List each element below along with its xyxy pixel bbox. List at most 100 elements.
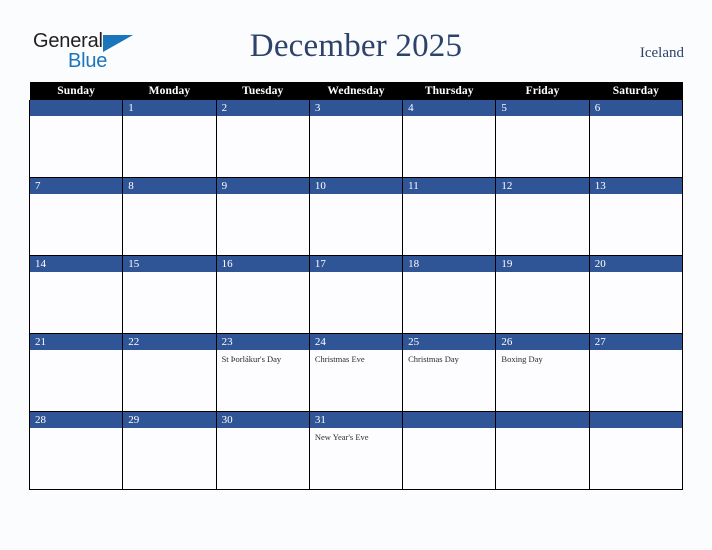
calendar-header-row: Sunday Monday Tuesday Wednesday Thursday Frid… xyxy=(29,82,683,100)
calendar-day-cell[interactable]: 2 xyxy=(215,100,310,178)
calendar-day-cell[interactable]: 27 xyxy=(588,333,684,412)
day-cell-content: 2 xyxy=(216,100,309,177)
calendar-day-cell[interactable] xyxy=(402,411,497,490)
day-cell-content: 8 xyxy=(123,178,216,255)
day-events xyxy=(590,272,682,276)
calendar-day-cell[interactable]: 28 xyxy=(28,411,124,490)
day-cell-content: 11 xyxy=(403,178,496,255)
day-number xyxy=(403,412,496,428)
day-number: 23 xyxy=(216,334,309,350)
calendar-day-cell[interactable]: 12 xyxy=(495,177,590,256)
calendar-day-cell[interactable]: 10 xyxy=(308,177,404,256)
day-cell-content: 19 xyxy=(496,256,589,333)
day-number: 19 xyxy=(496,256,589,272)
day-events xyxy=(217,194,309,198)
day-events xyxy=(123,272,215,276)
country-label: Iceland xyxy=(639,45,684,61)
calendar-day-cell[interactable]: 29 xyxy=(122,411,217,490)
day-cell-content: 13 xyxy=(589,178,682,255)
calendar-day-cell[interactable]: 6 xyxy=(588,100,684,178)
day-number: 17 xyxy=(309,256,403,272)
day-number: 21 xyxy=(30,334,123,350)
day-number: 15 xyxy=(123,256,216,272)
calendar-day-cell[interactable]: 20 xyxy=(588,255,684,334)
calendar-day-cell[interactable]: 31 New Year's Eve xyxy=(308,411,404,490)
day-events xyxy=(403,428,495,432)
day-number: 2 xyxy=(216,100,309,116)
weekday-header-monday: Monday xyxy=(122,82,217,100)
calendar-page: General Blue December 2025 Iceland Sunda… xyxy=(0,0,712,550)
day-number: 14 xyxy=(30,256,123,272)
calendar-day-cell[interactable]: 11 xyxy=(402,177,497,256)
calendar-day-cell[interactable]: 21 xyxy=(28,333,124,412)
calendar-day-cell[interactable]: 19 xyxy=(495,255,590,334)
day-cell-content: 20 xyxy=(589,256,682,333)
day-events: St Þorlákur's Day xyxy=(217,350,309,365)
day-number: 11 xyxy=(403,178,496,194)
day-number: 16 xyxy=(216,256,309,272)
calendar-day-cell[interactable]: 24 Christmas Eve xyxy=(308,333,404,412)
day-number: 30 xyxy=(216,412,309,428)
day-cell-content: 24 Christmas Eve xyxy=(309,334,403,411)
calendar-day-cell[interactable]: 14 xyxy=(28,255,124,334)
calendar-day-cell[interactable]: 7 xyxy=(28,177,124,256)
day-events xyxy=(217,272,309,276)
day-events xyxy=(496,428,588,432)
calendar-day-cell[interactable]: 5 xyxy=(495,100,590,178)
day-cell-content: 28 xyxy=(30,412,123,489)
day-cell-content: 15 xyxy=(123,256,216,333)
calendar-day-cell[interactable]: 3 xyxy=(308,100,404,178)
calendar-day-cell[interactable]: 17 xyxy=(308,255,404,334)
calendar-day-cell[interactable]: 8 xyxy=(122,177,217,256)
day-cell-content: 27 xyxy=(589,334,682,411)
day-cell-content: 22 xyxy=(123,334,216,411)
calendar-day-cell[interactable]: 15 xyxy=(122,255,217,334)
weekday-header-tuesday: Tuesday xyxy=(216,82,310,100)
calendar-day-cell[interactable]: 16 xyxy=(215,255,310,334)
day-cell-content xyxy=(589,412,682,489)
day-events xyxy=(30,350,122,354)
day-cell-content: 29 xyxy=(123,412,216,489)
page-title: December 2025 xyxy=(249,28,463,64)
day-events xyxy=(123,350,215,354)
weekday-header-wednesday: Wednesday xyxy=(309,82,403,100)
day-number: 5 xyxy=(496,100,589,116)
day-number: 9 xyxy=(216,178,309,194)
calendar-week-row: 123456 xyxy=(28,100,684,178)
day-cell-content: 6 xyxy=(589,100,682,177)
calendar-day-cell[interactable]: 25 Christmas Day xyxy=(402,333,497,412)
day-events: New Year's Eve xyxy=(310,428,402,443)
calendar-week-row: 21 22 23 St Þorlákur's Day 24 Christmas Eve 25… xyxy=(28,333,684,412)
day-cell-content: 4 xyxy=(403,100,496,177)
day-events xyxy=(310,194,402,198)
calendar-day-cell[interactable]: 30 xyxy=(215,411,310,490)
weekday-header-friday: Friday xyxy=(495,82,590,100)
calendar-day-cell[interactable]: 1 xyxy=(122,100,217,178)
day-number: 31 xyxy=(309,412,403,428)
calendar-day-cell[interactable]: 18 xyxy=(402,255,497,334)
calendar-week-row: 7 8 9 10 11 12 13 xyxy=(28,177,684,256)
day-number: 13 xyxy=(589,178,682,194)
weekday-header-saturday: Saturday xyxy=(589,82,683,100)
day-cell-content: 30 xyxy=(216,412,309,489)
calendar-day-cell[interactable] xyxy=(28,100,124,178)
calendar-day-cell[interactable]: 23 St Þorlákur's Day xyxy=(215,333,310,412)
calendar-day-cell[interactable]: 9 xyxy=(215,177,310,256)
holiday-label: New Year's Eve xyxy=(314,432,369,442)
day-cell-content: 5 xyxy=(496,100,589,177)
calendar-week-row: 14 15 16 17 18 19 20 xyxy=(28,255,684,334)
calendar-day-cell[interactable]: 22 xyxy=(122,333,217,412)
day-events xyxy=(403,116,495,120)
calendar-day-cell[interactable]: 4 xyxy=(402,100,497,178)
day-cell-content: 10 xyxy=(309,178,403,255)
weekday-header-row: Sunday Monday Tuesday Wednesday Thursday Frid… xyxy=(29,82,683,100)
calendar-day-cell[interactable] xyxy=(495,411,590,490)
calendar-day-cell[interactable]: 13 xyxy=(588,177,684,256)
day-cell-content: 21 xyxy=(30,334,123,411)
calendar-day-cell[interactable] xyxy=(588,411,684,490)
calendar-day-cell[interactable]: 26 Boxing Day xyxy=(495,333,590,412)
day-number: 6 xyxy=(589,100,682,116)
day-cell-content: 14 xyxy=(30,256,123,333)
day-events xyxy=(310,272,402,276)
day-cell-content: 18 xyxy=(403,256,496,333)
